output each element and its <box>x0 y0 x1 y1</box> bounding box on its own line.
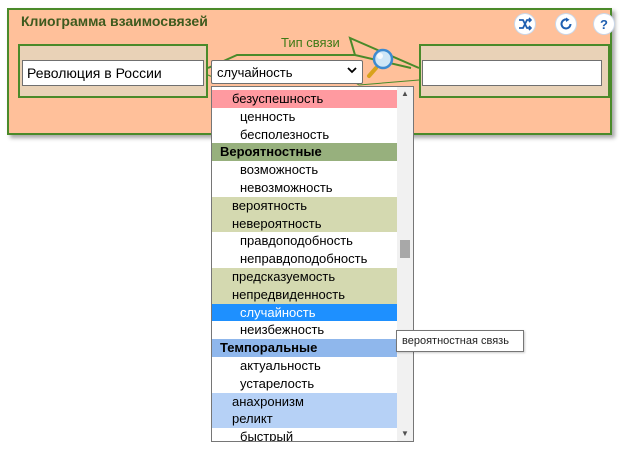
scroll-down-icon[interactable]: ▼ <box>397 427 413 441</box>
dropdown-option[interactable]: неизбежность <box>212 321 397 340</box>
search-icon[interactable] <box>366 46 396 80</box>
dropdown-option[interactable]: ценность <box>212 107 397 126</box>
dropdown-option[interactable]: предсказуемость <box>212 267 397 286</box>
dropdown-option[interactable]: устарелость <box>212 374 397 393</box>
dropdown-option[interactable]: вероятность <box>212 196 397 215</box>
chevron-down-icon <box>347 65 357 78</box>
dropdown-option[interactable]: быстрый <box>212 428 397 441</box>
dropdown-scrollbar[interactable]: ▲ ▼ <box>397 87 413 441</box>
left-concept-input[interactable] <box>22 60 204 86</box>
dropdown-option[interactable]: невозможность <box>212 178 397 197</box>
dropdown-option[interactable]: безуспешность <box>212 90 397 108</box>
dropdown-option[interactable]: неправдоподобность <box>212 250 397 268</box>
dropdown-group-header: Темпоральные <box>212 339 397 357</box>
dropdown-option[interactable]: случайность <box>212 303 397 322</box>
option-tooltip: вероятностная связь <box>396 330 524 352</box>
connection-type-select[interactable]: случайность <box>211 60 363 84</box>
dropdown-option[interactable]: правдоподобность <box>212 232 397 251</box>
dropdown-option[interactable]: актуальность <box>212 356 397 375</box>
dropdown-option[interactable]: анахронизм <box>212 392 397 411</box>
dropdown-option[interactable]: реликт <box>212 410 397 429</box>
select-value: случайность <box>217 65 293 80</box>
scroll-up-icon[interactable]: ▲ <box>397 87 413 101</box>
dropdown-option[interactable]: невероятность <box>212 214 397 233</box>
dropdown-option[interactable]: непредвиденность <box>212 285 397 304</box>
scroll-thumb[interactable] <box>400 240 410 258</box>
dropdown-group-header: Вероятностные <box>212 143 397 162</box>
dropdown-option[interactable]: возможность <box>212 161 397 179</box>
dropdown-option[interactable]: бесполезность <box>212 125 397 144</box>
connection-type-dropdown[interactable]: безуспешность ценность бесполезность Вероят… <box>211 86 414 442</box>
dropdown-options: безуспешность ценность бесполезность Вероят… <box>212 90 397 441</box>
right-concept-input[interactable] <box>422 60 602 86</box>
